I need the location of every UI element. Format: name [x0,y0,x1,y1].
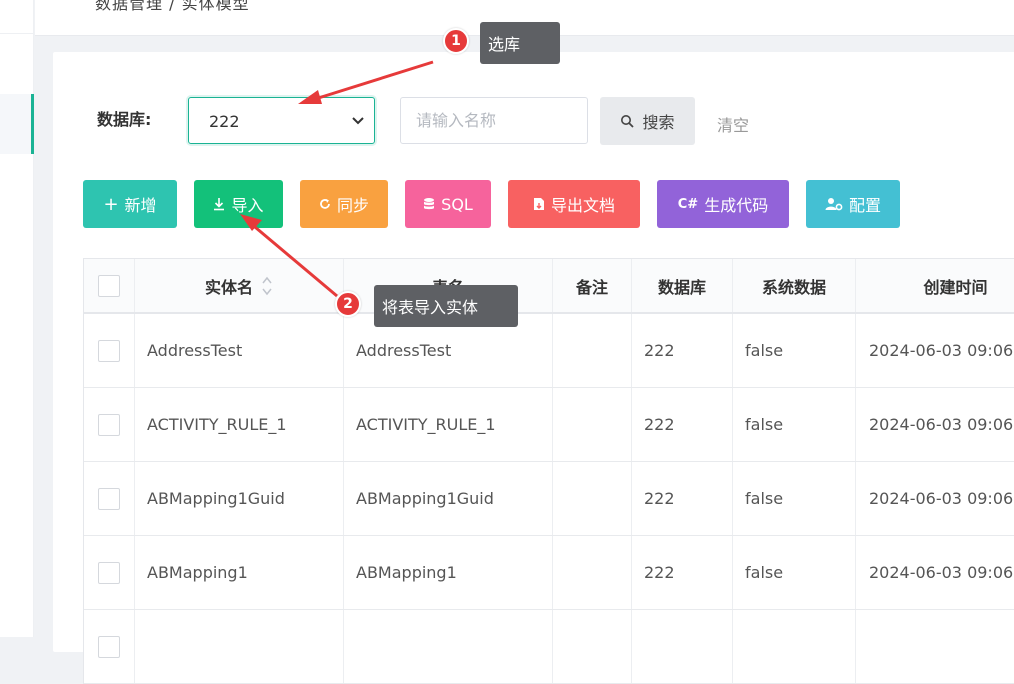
cell-remark [553,462,632,535]
cell-database: 222 [632,462,733,535]
table-row[interactable]: ACTIVITY_RULE_1 ACTIVITY_RULE_1 222 fals… [84,388,1014,462]
header-entity-name[interactable]: 实体名 [135,259,344,312]
sidebar-divider [0,33,34,34]
cell-table-name: ABMapping1 [344,536,553,609]
cell-system-data: false [733,388,856,461]
row-select-cell [84,536,135,609]
cell-created-time: 2024-06-03 09:06:5 [856,314,1014,387]
user-gear-icon [825,198,843,211]
row-checkbox[interactable] [98,561,120,584]
row-checkbox[interactable] [98,635,120,658]
refresh-icon [320,199,330,209]
config-button[interactable]: 配置 [806,180,900,228]
config-button-label: 配置 [848,196,881,215]
cell-database: 222 [632,388,733,461]
table-row[interactable]: AddressTest AddressTest 222 false 2024-0… [84,314,1014,388]
database-select-value: 222 [209,112,240,131]
row-checkbox[interactable] [98,487,120,510]
sync-button[interactable]: 同步 [300,180,388,228]
cell-entity-name: ABMapping1Guid [135,462,344,535]
generate-code-button-label: 生成代码 [704,196,769,215]
row-select-cell [84,610,135,683]
header-entity-name-label: 实体名 [204,277,253,297]
export-doc-button-label: 导出文档 [550,196,615,215]
step-2-marker: 2 [335,291,361,317]
add-button[interactable]: + 新增 [83,180,177,228]
sync-button-label: 同步 [336,196,369,215]
cell-created-time: 2024-06-03 09:06:5 [856,388,1014,461]
entity-table: 实体名 表名 备注 数据库 系统数据 创建时间 AddressTest Addr… [83,258,1014,684]
database-select[interactable]: 222 [188,97,375,144]
step-2-tooltip: 将表导入实体 [374,285,518,327]
download-icon [214,198,225,211]
cell-table-name: ABMapping1Guid [344,462,553,535]
chevron-down-icon [352,117,364,125]
header-select-cell [84,259,135,312]
header-remark: 备注 [553,259,632,312]
cell-entity-name: AddressTest [135,314,344,387]
row-select-cell [84,314,135,387]
table-row[interactable] [84,610,1014,684]
breadcrumb: 数据管理 / 实体模型 [95,0,250,13]
header-system-data: 系统数据 [733,259,856,312]
csharp-icon: C# [677,196,699,212]
row-select-cell [84,388,135,461]
name-search-input[interactable] [400,97,588,144]
sort-icon[interactable] [261,274,273,298]
header-database: 数据库 [632,259,733,312]
import-button[interactable]: 导入 [194,180,283,228]
cell-remark [553,314,632,387]
cell-database: 222 [632,314,733,387]
search-button[interactable]: 搜索 [600,97,695,145]
sidebar [0,0,34,637]
cell-remark [553,388,632,461]
cell-table-name [344,610,553,683]
table-row[interactable]: ABMapping1 ABMapping1 222 false 2024-06-… [84,536,1014,610]
cell-database: 222 [632,536,733,609]
import-button-label: 导入 [231,196,264,215]
cell-table-name: ACTIVITY_RULE_1 [344,388,553,461]
cell-system-data: false [733,536,856,609]
cell-system-data [733,610,856,683]
cell-entity-name [135,610,344,683]
select-all-checkbox[interactable] [98,274,120,297]
add-button-label: 新增 [124,196,157,215]
sidebar-item-active[interactable] [0,94,34,154]
cell-database [632,610,733,683]
search-button-label: 搜索 [642,113,675,132]
export-doc-button[interactable]: 导出文档 [508,180,640,228]
cell-remark [553,536,632,609]
row-select-cell [84,462,135,535]
row-checkbox[interactable] [98,413,120,436]
plus-icon: + [103,193,119,215]
search-icon [621,115,635,128]
generate-code-button[interactable]: C# 生成代码 [657,180,789,228]
header-created-time: 创建时间 [856,259,1014,312]
database-icon [424,198,435,210]
sql-button-label: SQL [441,194,473,214]
step-1-tooltip: 选库 [480,22,560,64]
file-export-icon [533,198,544,210]
cell-entity-name: ACTIVITY_RULE_1 [135,388,344,461]
cell-entity-name: ABMapping1 [135,536,344,609]
cell-system-data: false [733,314,856,387]
step-1-marker: 1 [443,28,469,54]
row-checkbox[interactable] [98,339,120,362]
cell-remark [553,610,632,683]
table-row[interactable]: ABMapping1Guid ABMapping1Guid 222 false … [84,462,1014,536]
database-label: 数据库: [97,110,152,129]
cell-system-data: false [733,462,856,535]
sql-button[interactable]: SQL [405,180,491,228]
clear-button[interactable]: 清空 [717,112,749,136]
cell-created-time [856,610,1014,683]
cell-created-time: 2024-06-03 09:06:5 [856,462,1014,535]
cell-created-time: 2024-06-03 09:06:5 [856,536,1014,609]
table-header: 实体名 表名 备注 数据库 系统数据 创建时间 [84,259,1014,314]
